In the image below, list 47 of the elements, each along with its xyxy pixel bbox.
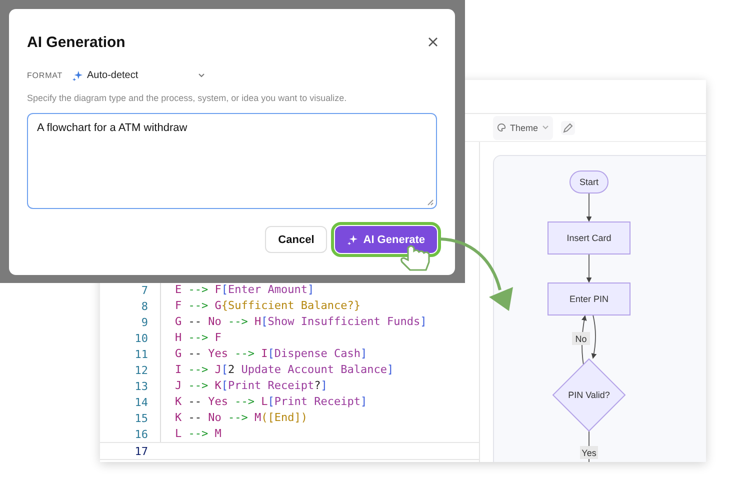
flowchart-node: Start xyxy=(570,170,608,194)
edge-line xyxy=(588,430,590,462)
dialog-title: AI Generation xyxy=(27,34,126,50)
edge-arrow xyxy=(586,254,592,283)
flowchart-node: PIN Valid? xyxy=(552,358,626,432)
line-number: 9 xyxy=(140,316,148,328)
code-line: J --> K[Print Receipt?] xyxy=(160,378,479,394)
line-number: 16 xyxy=(134,428,148,440)
code-line: K -- No --> M([End]) xyxy=(160,410,479,426)
code-line: H --> F xyxy=(160,330,479,346)
code-line: I --> J[2 Update Account Balance] xyxy=(160,362,479,378)
chevron-down-icon xyxy=(198,72,205,78)
format-dropdown[interactable]: Auto-detect xyxy=(72,70,205,80)
line-number: 7 xyxy=(140,284,148,296)
sparkle-icon xyxy=(72,70,83,80)
code-line: G -- Yes --> I[Dispense Cash] xyxy=(160,346,479,362)
line-number: 14 xyxy=(134,396,148,408)
prompt-field[interactable]: A flowchart for a ATM withdraw xyxy=(27,113,437,209)
flowchart-node: Enter PIN xyxy=(548,282,630,316)
hand-cursor-icon xyxy=(400,245,430,271)
line-number: 13 xyxy=(134,380,148,392)
code-line: F --> G{Sufficient Balance?} xyxy=(160,298,479,314)
edge-arrow xyxy=(591,314,597,359)
generate-button[interactable]: AI Generate xyxy=(335,226,437,253)
line-number: 11 xyxy=(134,348,148,360)
flowchart-node: Insert Card xyxy=(548,222,630,254)
line-number: 17 xyxy=(134,444,148,458)
close-icon[interactable] xyxy=(428,37,438,47)
format-label: FORMAT xyxy=(27,70,64,80)
theme-dropdown[interactable]: Theme xyxy=(493,116,554,140)
line-number: 15 xyxy=(134,412,148,424)
pencil-icon[interactable] xyxy=(561,120,576,134)
hint-text: Specify the diagram type and the process, system, or idea you want to visualize. xyxy=(27,93,348,103)
cancel-button[interactable]: Cancel xyxy=(265,226,328,253)
line-number: 10 xyxy=(134,332,148,344)
line-number: 8 xyxy=(140,300,148,312)
edge-label: No xyxy=(572,332,590,345)
line-number: 12 xyxy=(134,364,148,376)
edge-arrow xyxy=(586,192,592,222)
chevron-down-icon xyxy=(542,125,550,130)
edge-label: Yes xyxy=(580,446,598,459)
sparkle-icon xyxy=(347,234,358,245)
palette-icon xyxy=(497,123,506,132)
code-line: G -- No --> H[Show Insufficient Funds] xyxy=(160,314,479,330)
code-line: K -- Yes --> L[Print Receipt] xyxy=(160,394,479,410)
code-line: L --> M xyxy=(160,426,479,442)
resize-grip-icon[interactable] xyxy=(427,199,434,206)
